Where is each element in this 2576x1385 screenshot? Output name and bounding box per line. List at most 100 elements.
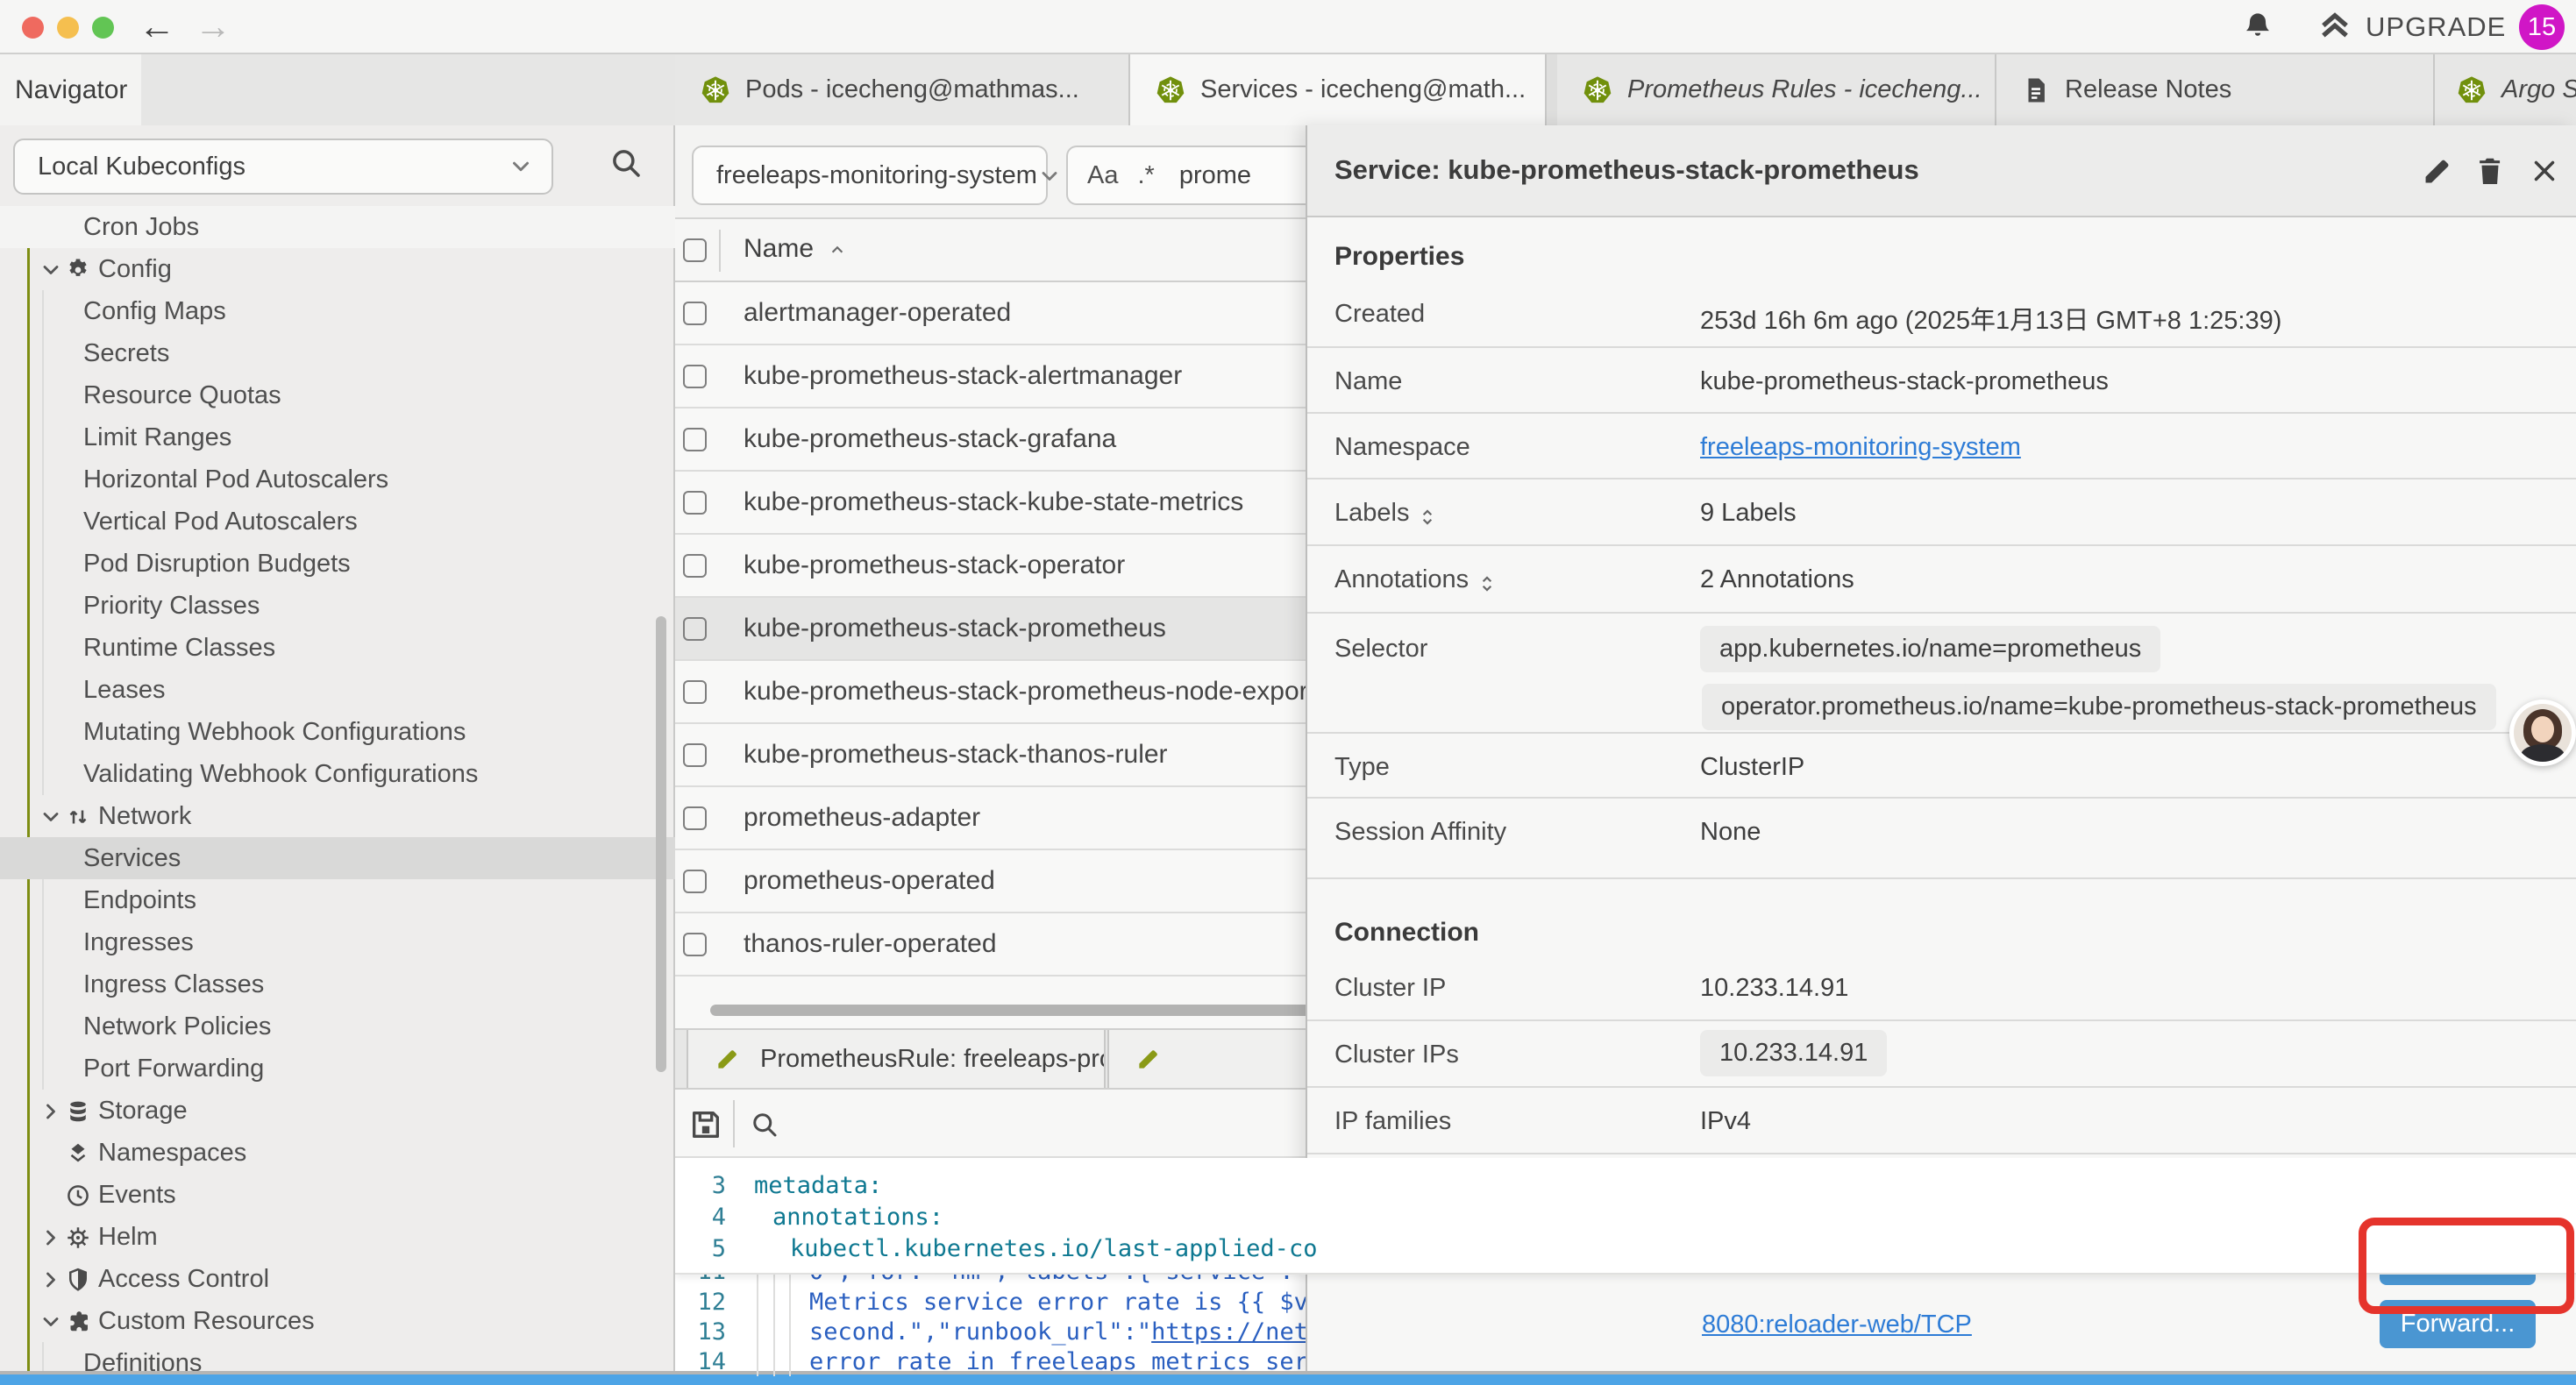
namespace-select[interactable]: freeleaps-monitoring-system bbox=[692, 146, 1048, 205]
sidebar-item-limit-ranges[interactable]: Limit Ranges bbox=[0, 416, 675, 458]
chevron-down-icon[interactable] bbox=[39, 802, 63, 831]
row-checkbox[interactable] bbox=[683, 806, 707, 830]
name-column-header[interactable]: Name bbox=[744, 234, 814, 264]
chevron-down-icon[interactable] bbox=[39, 1307, 63, 1336]
tab-label: Argo Se bbox=[2501, 75, 2576, 104]
notifications-bell-icon[interactable] bbox=[2241, 10, 2274, 43]
tab-argo[interactable]: Argo Se bbox=[2435, 54, 2576, 125]
editor-search-icon[interactable] bbox=[749, 1109, 780, 1140]
edit-icon[interactable] bbox=[2421, 154, 2454, 188]
sidebar-item-helm[interactable]: Helm bbox=[0, 1216, 675, 1258]
sidebar-item-label: Services bbox=[83, 844, 181, 873]
sidebar-item-ingresses[interactable]: Ingresses bbox=[0, 921, 675, 963]
regex-toggle[interactable]: .* bbox=[1137, 161, 1154, 190]
upgrade-icon[interactable] bbox=[2316, 8, 2353, 45]
tab-services[interactable]: Services - icecheng@math... bbox=[1130, 54, 1547, 125]
kubernetes-icon bbox=[2456, 75, 2487, 106]
chevron-down-icon[interactable] bbox=[39, 255, 63, 284]
highlight-annotation-box bbox=[2359, 1218, 2574, 1314]
sidebar-scrollbar[interactable] bbox=[656, 616, 666, 1072]
sidebar-item-network[interactable]: Network bbox=[0, 795, 675, 837]
sidebar-item-services[interactable]: Services bbox=[0, 837, 675, 879]
pencil-icon bbox=[1135, 1046, 1162, 1072]
sidebar-item-namespaces[interactable]: Namespaces bbox=[0, 1132, 675, 1174]
sidebar-item-label: Config Maps bbox=[83, 297, 226, 326]
traffic-light-minimize[interactable] bbox=[57, 17, 79, 39]
row-checkbox[interactable] bbox=[683, 554, 707, 578]
horizontal-scrollbar[interactable] bbox=[710, 1005, 1355, 1016]
close-icon[interactable] bbox=[2528, 154, 2561, 188]
sidebar-item-port-forwarding[interactable]: Port Forwarding bbox=[0, 1048, 675, 1090]
tab-release-notes[interactable]: Release Notes bbox=[1996, 54, 2435, 125]
editor-tab-prometheusrule[interactable]: PrometheusRule: freeleaps-prod-rabbitmq bbox=[687, 1030, 1106, 1088]
toolbar-divider bbox=[733, 1100, 735, 1147]
sidebar-item-network-policies[interactable]: Network Policies bbox=[0, 1005, 675, 1048]
sidebar-item-ingress-classes[interactable]: Ingress Classes bbox=[0, 963, 675, 1005]
row-checkbox[interactable] bbox=[683, 680, 707, 704]
namespace-link[interactable]: freeleaps-monitoring-system bbox=[1700, 433, 2021, 461]
sidebar-item-resource-quotas[interactable]: Resource Quotas bbox=[0, 374, 675, 416]
row-label[interactable]: Labels bbox=[1334, 499, 1439, 531]
sidebar-item-access-control[interactable]: Access Control bbox=[0, 1258, 675, 1300]
sidebar-item-leases[interactable]: Leases bbox=[0, 669, 675, 711]
back-button[interactable]: ← bbox=[139, 2, 175, 51]
sidebar-item-label: Limit Ranges bbox=[83, 423, 231, 452]
sidebar-item-priority-classes[interactable]: Priority Classes bbox=[0, 585, 675, 627]
port-link-8080[interactable]: 8080:reloader-web/TCP bbox=[1702, 1310, 1972, 1339]
chevron-right-icon[interactable] bbox=[39, 1097, 63, 1126]
sidebar-item-validating-webhook-configurations[interactable]: Validating Webhook Configurations bbox=[0, 753, 675, 795]
forward-button[interactable]: → bbox=[195, 2, 231, 51]
chevron-right-icon[interactable] bbox=[39, 1265, 63, 1294]
kubeconfig-select[interactable]: Local Kubeconfigs bbox=[13, 138, 553, 195]
service-name: kube-prometheus-stack-thanos-ruler bbox=[744, 740, 1168, 770]
sidebar-item-events[interactable]: Events bbox=[0, 1174, 675, 1216]
tab-label: Release Notes bbox=[2065, 75, 2231, 104]
select-all-checkbox[interactable] bbox=[683, 238, 707, 262]
editor-sticky-lines: 3metadata:4annotations:5kubectl.kubernet… bbox=[675, 1158, 2576, 1275]
row-checkbox[interactable] bbox=[683, 933, 707, 956]
row-checkbox[interactable] bbox=[683, 365, 707, 388]
sidebar-item-endpoints[interactable]: Endpoints bbox=[0, 879, 675, 921]
sidebar-item-horizontal-pod-autoscalers[interactable]: Horizontal Pod Autoscalers bbox=[0, 458, 675, 501]
row-checkbox[interactable] bbox=[683, 617, 707, 641]
service-name: kube-prometheus-stack-kube-state-metrics bbox=[744, 487, 1243, 517]
tab-prometheus-rules[interactable]: Prometheus Rules - icecheng... bbox=[1557, 54, 1996, 125]
connection-heading: Connection bbox=[1307, 879, 2576, 955]
row-label[interactable]: Annotations bbox=[1334, 565, 1498, 598]
row-checkbox[interactable] bbox=[683, 870, 707, 893]
sidebar-item-vertical-pod-autoscalers[interactable]: Vertical Pod Autoscalers bbox=[0, 501, 675, 543]
service-name: prometheus-operated bbox=[744, 866, 995, 896]
row-value: ClusterIP bbox=[1700, 753, 1804, 782]
traffic-light-close[interactable] bbox=[22, 17, 44, 39]
delete-icon[interactable] bbox=[2473, 154, 2507, 188]
row-checkbox[interactable] bbox=[683, 428, 707, 451]
gear-icon bbox=[65, 255, 91, 284]
sidebar-item-storage[interactable]: Storage bbox=[0, 1090, 675, 1132]
traffic-light-zoom[interactable] bbox=[92, 17, 114, 39]
row-checkbox[interactable] bbox=[683, 743, 707, 767]
sidebar-item-custom-resources[interactable]: Custom Resources bbox=[0, 1300, 675, 1342]
sidebar-item-config[interactable]: Config bbox=[0, 248, 675, 290]
sidebar-item-label: Horizontal Pod Autoscalers bbox=[83, 465, 388, 494]
row-checkbox[interactable] bbox=[683, 302, 707, 325]
sidebar-item-pod-disruption-budgets[interactable]: Pod Disruption Budgets bbox=[0, 543, 675, 585]
match-case-toggle[interactable]: Aa bbox=[1087, 161, 1118, 190]
sidebar-item-mutating-webhook-configurations[interactable]: Mutating Webhook Configurations bbox=[0, 711, 675, 753]
indent-guide bbox=[789, 1273, 791, 1376]
save-icon[interactable] bbox=[688, 1107, 723, 1142]
chevron-right-icon[interactable] bbox=[39, 1223, 63, 1252]
sidebar-item-secrets[interactable]: Secrets bbox=[0, 332, 675, 374]
tab-pods[interactable]: Pods - icecheng@mathmas... bbox=[675, 54, 1130, 125]
sidebar-item-runtime-classes[interactable]: Runtime Classes bbox=[0, 627, 675, 669]
user-avatar[interactable] bbox=[2509, 700, 2576, 766]
chevron-down-icon bbox=[508, 153, 534, 180]
upgrade-button[interactable]: UPGRADE bbox=[2366, 11, 2506, 43]
sidebar-search-icon[interactable] bbox=[608, 145, 644, 181]
row-checkbox[interactable] bbox=[683, 491, 707, 515]
sidebar-item-label: Config bbox=[98, 255, 172, 284]
sidebar-item-config-maps[interactable]: Config Maps bbox=[0, 290, 675, 332]
search-query-text: prome bbox=[1179, 161, 1251, 190]
close-tab-icon[interactable] bbox=[1545, 78, 1547, 103]
sidebar-item-cron-jobs[interactable]: Cron Jobs bbox=[0, 206, 675, 248]
notification-count-badge[interactable]: 15 bbox=[2519, 4, 2565, 50]
